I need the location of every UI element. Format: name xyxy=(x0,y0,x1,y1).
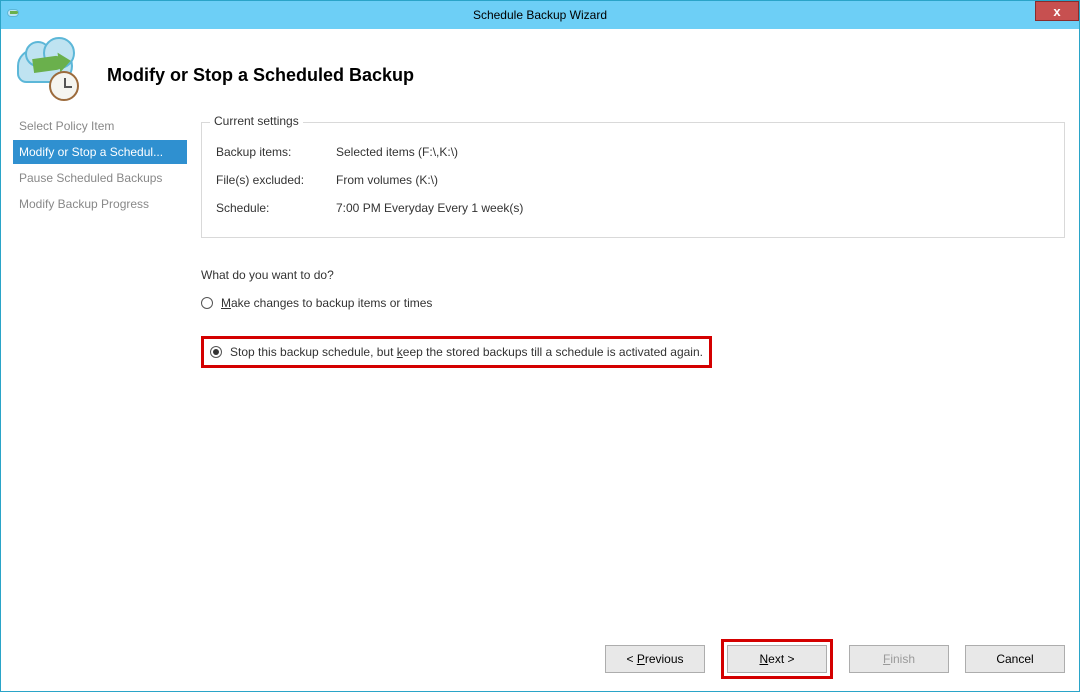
close-icon: x xyxy=(1053,4,1060,19)
page-title: Modify or Stop a Scheduled Backup xyxy=(107,65,414,86)
titlebar: Schedule Backup Wizard x xyxy=(1,1,1079,29)
row-backup-items: Backup items: Selected items (F:\,K:\) xyxy=(216,145,1050,159)
radio-icon xyxy=(201,297,213,309)
value-files-excluded: From volumes (K:\) xyxy=(336,173,438,187)
finish-button: Finish xyxy=(849,645,949,673)
highlighted-option-box: Stop this backup schedule, but keep the … xyxy=(201,336,712,368)
step-pause-scheduled-backups[interactable]: Pause Scheduled Backups xyxy=(13,166,187,190)
next-button[interactable]: Next > xyxy=(727,645,827,673)
wizard-header: Modify or Stop a Scheduled Backup xyxy=(1,29,1079,126)
row-files-excluded: File(s) excluded: From volumes (K:\) xyxy=(216,173,1050,187)
radio-stop-schedule-label: Stop this backup schedule, but keep the … xyxy=(230,345,703,359)
radio-make-changes[interactable]: Make changes to backup items or times xyxy=(201,296,1065,310)
previous-button[interactable]: < Previous xyxy=(605,645,705,673)
current-settings-legend: Current settings xyxy=(210,114,303,128)
next-button-label: Next > xyxy=(759,652,794,666)
cancel-button[interactable]: Cancel xyxy=(965,645,1065,673)
finish-button-label: Finish xyxy=(883,652,915,666)
label-schedule: Schedule: xyxy=(216,201,336,215)
value-backup-items: Selected items (F:\,K:\) xyxy=(336,145,458,159)
wizard-steps-sidebar: Select Policy Item Modify or Stop a Sche… xyxy=(13,114,187,218)
step-select-policy-item[interactable]: Select Policy Item xyxy=(13,114,187,138)
radio-stop-schedule[interactable]: Stop this backup schedule, but keep the … xyxy=(210,345,703,359)
wizard-body: Select Policy Item Modify or Stop a Sche… xyxy=(1,114,1079,691)
wizard-content: Current settings Backup items: Selected … xyxy=(201,114,1065,627)
close-button[interactable]: x xyxy=(1035,1,1079,21)
step-modify-or-stop[interactable]: Modify or Stop a Schedul... xyxy=(13,140,187,164)
wizard-window: Schedule Backup Wizard x Modify or Stop … xyxy=(0,0,1080,692)
step-modify-backup-progress[interactable]: Modify Backup Progress xyxy=(13,192,187,216)
wizard-header-icon xyxy=(15,47,79,103)
window-title: Schedule Backup Wizard xyxy=(1,8,1079,22)
label-files-excluded: File(s) excluded: xyxy=(216,173,336,187)
wizard-footer: < Previous Next > Finish Cancel xyxy=(201,637,1065,681)
highlighted-next-box: Next > xyxy=(721,639,833,679)
cancel-button-label: Cancel xyxy=(996,652,1033,666)
row-schedule: Schedule: 7:00 PM Everyday Every 1 week(… xyxy=(216,201,1050,215)
radio-make-changes-label: Make changes to backup items or times xyxy=(221,296,432,310)
previous-button-label: < Previous xyxy=(626,652,683,666)
label-backup-items: Backup items: xyxy=(216,145,336,159)
value-schedule: 7:00 PM Everyday Every 1 week(s) xyxy=(336,201,523,215)
current-settings-group: Current settings Backup items: Selected … xyxy=(201,122,1065,238)
radio-icon xyxy=(210,346,222,358)
prompt-text: What do you want to do? xyxy=(201,268,1065,282)
